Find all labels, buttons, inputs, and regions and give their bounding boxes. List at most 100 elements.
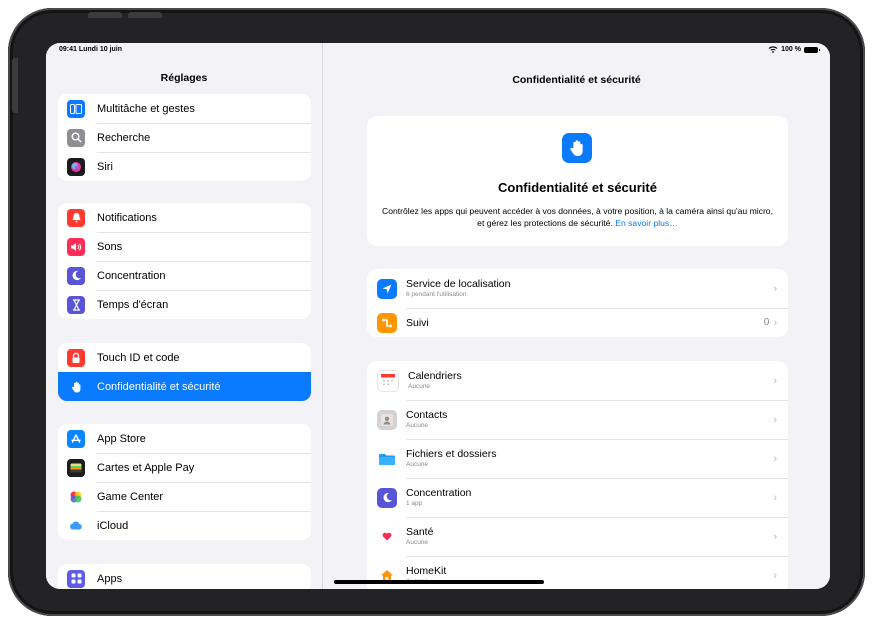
tracking-row[interactable]: Suivi 0 › [367, 308, 788, 337]
row-subtitle: 1 app [406, 500, 423, 507]
chevron-right-icon: › [773, 569, 777, 582]
volume-down-button [128, 12, 162, 18]
sidebar-item-label: Multitâche et gestes [97, 102, 195, 115]
data-access-group: Calendriers Aucune › Contacts Aucune › F… [367, 361, 788, 589]
volume-up-button [88, 12, 122, 18]
sidebar-group-services: App Store Cartes et Apple Pay Game Cente… [58, 424, 311, 540]
row-title: Calendriers [408, 370, 462, 382]
chevron-right-icon: › [773, 413, 777, 426]
chevron-right-icon: › [773, 530, 777, 543]
contacts-row[interactable]: Contacts Aucune › [367, 400, 788, 439]
status-time-date: 09:41 Lundi 10 juin [59, 46, 123, 53]
chevron-right-icon: › [773, 374, 777, 387]
tracking-count: 0 [763, 317, 770, 328]
row-subtitle: Aucune [406, 539, 429, 546]
header-description: Contrôlez les apps qui peuvent accéder à… [381, 205, 774, 229]
sidebar-item-label: Notifications [97, 211, 157, 224]
sidebar-title: Réglages [160, 72, 208, 84]
home-indicator[interactable] [334, 580, 544, 584]
sidebar-item-label: Confidentialité et sécurité [97, 380, 221, 393]
sidebar-item-label: Apps [97, 572, 123, 585]
sidebar-item-label: Sons [97, 240, 123, 253]
battery-icon [804, 46, 820, 53]
health-row[interactable]: Santé Aucune › [367, 517, 788, 556]
sidebar-item-touch-id[interactable]: Touch ID et code [58, 343, 311, 372]
sidebar-item-search[interactable]: Recherche [58, 123, 311, 152]
calendars-text: Calendriers Aucune [408, 370, 773, 391]
bell-icon [67, 208, 85, 227]
calendars-row[interactable]: Calendriers Aucune › [367, 361, 788, 400]
app-store-icon [67, 429, 85, 448]
location-arrow-icon [377, 278, 397, 299]
privacy-header-card: Confidentialité et sécurité Contrôlez le… [367, 116, 788, 246]
sidebar-group-general: Multitâche et gestes Recherche Siri [58, 94, 311, 181]
row-title: HomeKit [406, 565, 447, 577]
status-indicators: 100 % [768, 46, 820, 53]
location-tracking-group: Service de localisation 6 pendant l'util… [367, 269, 788, 337]
homekit-row[interactable]: HomeKit Aucune › [367, 556, 788, 589]
sidebar-item-sounds[interactable]: Sons [58, 232, 311, 261]
apps-grid-icon [67, 569, 85, 588]
folder-icon [377, 448, 397, 469]
sidebar-item-wallet[interactable]: Cartes et Apple Pay [58, 453, 311, 482]
wifi-icon [768, 46, 778, 53]
sidebar-item-game-center[interactable]: Game Center [58, 482, 311, 511]
chevron-right-icon: › [773, 282, 777, 295]
learn-more-link[interactable]: En savoir plus… [615, 218, 678, 228]
row-title: Fichiers et dossiers [406, 448, 497, 460]
sidebar-item-label: Cartes et Apple Pay [97, 461, 195, 474]
row-subtitle: Aucune [406, 461, 429, 468]
page-title: Confidentialité et sécurité [512, 74, 641, 86]
chevron-right-icon: › [773, 491, 777, 504]
sidebar-item-notifications[interactable]: Notifications [58, 203, 311, 232]
sidebar-item-siri[interactable]: Siri [58, 152, 311, 181]
sidebar-item-label: Concentration [97, 269, 166, 282]
location-services-text: Service de localisation 6 pendant l'util… [406, 278, 773, 299]
sidebar-item-label: Touch ID et code [97, 351, 180, 364]
sidebar-item-privacy-security[interactable]: Confidentialité et sécurité [58, 372, 311, 401]
cloud-icon [67, 516, 85, 535]
sidebar-group-notifications: Notifications Sons Concentration Temps d… [58, 203, 311, 319]
sidebar-item-apps[interactable]: Apps [58, 564, 311, 589]
chevron-right-icon: › [773, 316, 777, 329]
sidebar-item-app-store[interactable]: App Store [58, 424, 311, 453]
sidebar-item-label: Siri [97, 160, 113, 173]
row-title: Concentration [406, 487, 472, 499]
battery-percent: 100 % [781, 46, 801, 53]
detail-pane: 100 % Confidentialité et sécurité Confid… [323, 43, 830, 589]
sidebar-item-screen-time[interactable]: Temps d'écran [58, 290, 311, 319]
sidebar-item-multitasking[interactable]: Multitâche et gestes [58, 94, 311, 123]
files-folders-row[interactable]: Fichiers et dossiers Aucune › [367, 439, 788, 478]
contacts-icon [377, 409, 397, 430]
hand-icon [562, 133, 592, 163]
row-subtitle: Aucune [408, 383, 431, 390]
header-description-text: Contrôlez les apps qui peuvent accéder à… [382, 206, 773, 228]
sidebar-item-label: Recherche [97, 131, 151, 144]
game-center-icon [67, 487, 85, 506]
sidebar-group-security: Touch ID et code Confidentialité et sécu… [58, 343, 311, 401]
row-title: Contacts [406, 409, 448, 421]
tracking-icon [377, 312, 397, 333]
row-title: Santé [406, 526, 434, 538]
moon-icon [377, 487, 397, 508]
files-folders-text: Fichiers et dossiers Aucune [406, 448, 773, 469]
chevron-right-icon: › [773, 452, 777, 465]
focus-text: Concentration 1 app [406, 487, 773, 508]
speaker-icon [67, 237, 85, 256]
settings-sidebar: 09:41 Lundi 10 juin Réglages Multitâche … [46, 43, 323, 589]
row-subtitle: 6 pendant l'utilisation [406, 291, 467, 298]
sidebar-item-label: iCloud [97, 519, 129, 532]
tracking-text: Suivi [406, 317, 764, 329]
sidebar-item-icloud[interactable]: iCloud [58, 511, 311, 540]
moon-icon [67, 266, 85, 285]
focus-row[interactable]: Concentration 1 app › [367, 478, 788, 517]
multitasking-icon [67, 99, 85, 118]
top-button [12, 58, 18, 113]
hourglass-icon [67, 295, 85, 314]
health-heart-icon [377, 526, 397, 547]
hand-icon [67, 377, 85, 396]
calendar-icon [377, 369, 399, 392]
sidebar-item-focus[interactable]: Concentration [58, 261, 311, 290]
location-services-row[interactable]: Service de localisation 6 pendant l'util… [367, 269, 788, 308]
wallet-icon [67, 458, 85, 477]
